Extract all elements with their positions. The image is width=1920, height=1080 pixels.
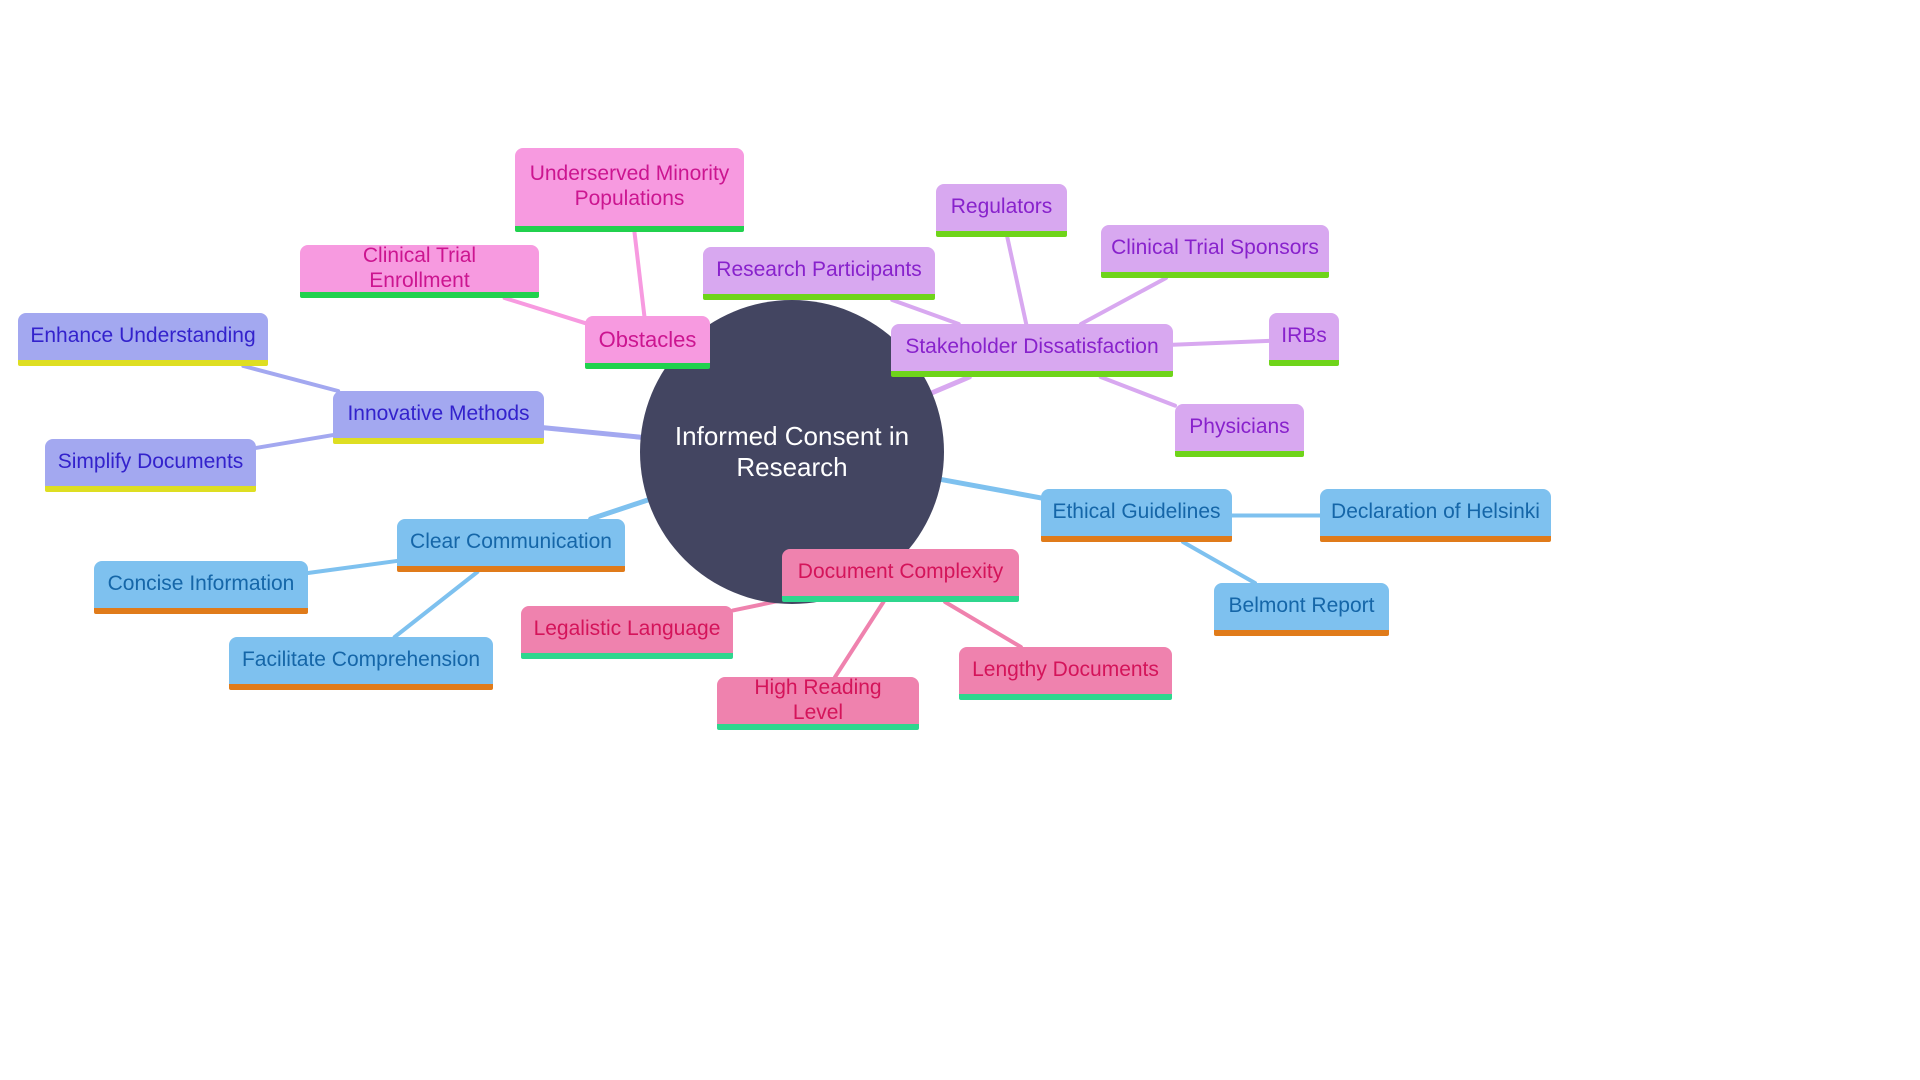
mindmap-edge-doccomplexity-to-lengthy [943,600,1023,649]
mindmap-node-clearcomm[interactable]: Clear Communication [397,519,625,572]
mindmap-node-label: Clinical Trial Enrollment [362,243,477,292]
mindmap-edge-central-to-ethical [938,477,1044,501]
mindmap-node-belmont[interactable]: Belmont Report [1214,583,1389,636]
mindmap-node-ethical[interactable]: Ethical Guidelines [1041,489,1232,542]
mindmap-edge-dissatisfaction-to-sponsors [1078,276,1169,326]
mindmap-node-helsinki[interactable]: Declaration of Helsinki [1320,489,1551,542]
mindmap-edge-dissatisfaction-to-irbs [1171,338,1271,347]
mindmap-node-sponsors[interactable]: Clinical Trial Sponsors [1101,225,1329,278]
mindmap-edge-central-to-clearcomm [588,497,651,522]
mindmap-node-enrollment[interactable]: Clinical Trial Enrollment [300,243,539,298]
mindmap-node-irbs[interactable]: IRBs [1269,313,1339,366]
mindmap-edge-obstacles-to-underserved [632,230,647,318]
mindmap-node-underserved[interactable]: Underserved Minority Populations [515,148,744,232]
mindmap-edge-clearcomm-to-concise [306,558,399,576]
edge-layer [241,230,1322,679]
mindmap-node-legalistic[interactable]: Legalistic Language [521,606,733,659]
mindmap-node-label: Underserved Minority Populations [529,162,730,210]
mindmap-node-label: Facilitate Comprehension [241,648,481,672]
mindmap-node-label: Stakeholder Dissatisfaction [905,335,1159,359]
mindmap-node-doccomplexity[interactable]: Document Complexity [782,549,1019,602]
mindmap-node-facilitate[interactable]: Facilitate Comprehension [229,637,493,690]
mindmap-node-obstacles[interactable]: Obstacles [585,316,710,369]
mindmap-node-label: Research Participants [716,258,922,282]
mindmap-node-concise[interactable]: Concise Information [94,561,308,614]
mindmap-edge-obstacles-to-enrollment [502,296,587,326]
mindmap-node-highreading[interactable]: High Reading Level [717,675,919,730]
mindmap-node-label: High Reading Level [754,675,882,724]
mindmap-node-label: IRBs [1281,324,1327,348]
mindmap-edge-innovative-to-simplify [254,433,335,450]
mindmap-node-label: Legalistic Language [533,617,721,641]
mindmap-edge-clearcomm-to-facilitate [392,570,480,639]
mindmap-node-label: Enhance Understanding [30,324,256,348]
mindmap-node-label: Lengthy Documents [972,658,1159,682]
mindmap-node-dissatisfaction[interactable]: Stakeholder Dissatisfaction [891,324,1173,377]
mindmap-edge-dissatisfaction-to-participants [890,298,961,326]
mindmap-edge-dissatisfaction-to-physicians [1098,375,1177,408]
mindmap-node-label: Simplify Documents [57,450,244,474]
mindmap-edge-central-to-innovative [541,425,644,440]
mindmap-edge-innovative-to-enhance [241,364,341,393]
mindmap-edge-ethical-to-belmont [1181,540,1257,585]
mindmap-node-label: Declaration of Helsinki [1331,500,1540,524]
mindmap-node-regulators[interactable]: Regulators [936,184,1067,237]
central-node-label: Informed Consent in Research [674,421,910,482]
mindmap-canvas: Informed Consent in Research Obstacles Un… [0,0,1920,1080]
mindmap-edge-dissatisfaction-to-regulators [1005,235,1029,326]
mindmap-node-label: Obstacles [598,326,697,352]
mindmap-node-label: Physicians [1189,415,1290,439]
mindmap-node-label: Document Complexity [797,560,1004,584]
mindmap-node-label: Clinical Trial Sponsors [1111,236,1319,260]
mindmap-node-innovative[interactable]: Innovative Methods [333,391,544,444]
mindmap-node-label: Concise Information [107,572,295,596]
mindmap-node-label: Belmont Report [1228,594,1375,618]
mindmap-node-enhance[interactable]: Enhance Understanding [18,313,268,366]
mindmap-node-label: Ethical Guidelines [1052,500,1221,524]
mindmap-edge-doccomplexity-to-highreading [833,600,886,679]
mindmap-edge-central-to-dissatisfaction [929,374,972,396]
mindmap-node-physicians[interactable]: Physicians [1175,404,1304,457]
mindmap-node-label: Regulators [950,195,1053,219]
mindmap-node-label: Innovative Methods [347,402,530,426]
mindmap-node-simplify[interactable]: Simplify Documents [45,439,256,492]
mindmap-node-label: Clear Communication [410,530,612,554]
mindmap-node-lengthy[interactable]: Lengthy Documents [959,647,1172,700]
mindmap-node-participants[interactable]: Research Participants [703,247,935,300]
